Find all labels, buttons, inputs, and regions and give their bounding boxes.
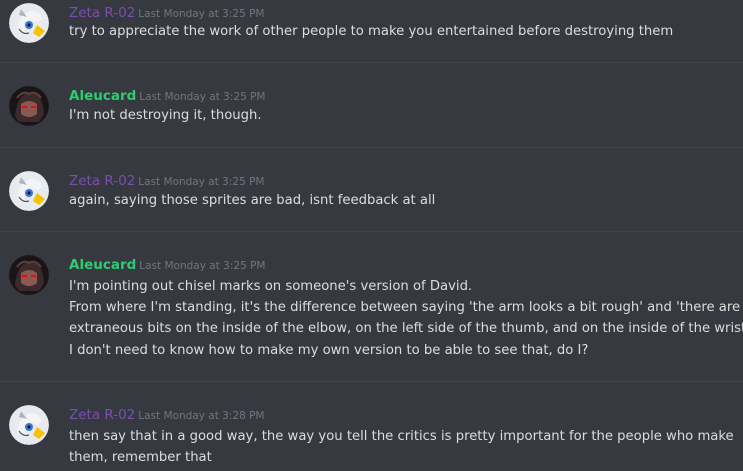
message-line: I'm not destroying it, though.	[69, 108, 262, 123]
message-content: again, saying those sprites are bad, isn…	[69, 190, 739, 211]
message-divider	[0, 381, 743, 382]
message-line: extraneous bits on the inside of the elb…	[69, 321, 743, 337]
message-line: again, saying those sprites are bad, isn…	[69, 193, 436, 208]
zeta-avatar-icon[interactable]	[9, 405, 49, 445]
timestamp: Last Monday at 3:28 PM	[138, 410, 265, 422]
message-line: I'm pointing out chisel marks on someone…	[69, 279, 473, 294]
message-content: try to appreciate the work of other peop…	[69, 21, 739, 42]
username[interactable]: Aleucard	[69, 257, 136, 273]
aleucard-avatar-icon[interactable]	[9, 86, 49, 126]
zeta-avatar-icon[interactable]	[9, 171, 49, 211]
message-item: Zeta R-02 Last Monday at 3:25 PM again, s…	[0, 168, 743, 232]
timestamp: Last Monday at 3:25 PM	[139, 260, 266, 272]
message-item: Aleucard Last Monday at 3:25 PM I'm point…	[0, 252, 743, 380]
message-divider	[0, 62, 743, 63]
message-divider	[0, 231, 743, 232]
message-content: then say that in a good way, the way you…	[69, 426, 739, 468]
message-item: Zeta R-02 Last Monday at 3:28 PM then say…	[0, 402, 743, 471]
aleucard-avatar-icon[interactable]	[9, 255, 49, 295]
message-line: them, remember that	[69, 450, 212, 466]
username[interactable]: Zeta R-02	[69, 5, 135, 21]
message-line: From where I'm standing, it's the differ…	[69, 300, 741, 316]
message-line: try to appreciate the work of other peop…	[69, 24, 674, 39]
message-item: Aleucard Last Monday at 3:25 PM I'm not d…	[0, 82, 743, 148]
username[interactable]: Zeta R-02	[69, 173, 135, 189]
chat-message-list: Zeta R-02 Last Monday at 3:25 PM try to a…	[0, 0, 743, 471]
timestamp: Last Monday at 3:25 PM	[139, 91, 266, 103]
timestamp: Last Monday at 3:25 PM	[138, 176, 265, 188]
message-content: I'm pointing out chisel marks on someone…	[69, 276, 743, 361]
message-item: Zeta R-02 Last Monday at 3:25 PM try to a…	[0, 0, 743, 62]
message-line: then say that in a good way, the way you…	[69, 429, 734, 444]
message-divider	[0, 147, 743, 148]
zeta-avatar-icon[interactable]	[9, 3, 49, 43]
message-line: I don't need to know how to make my own …	[69, 342, 589, 358]
message-content: I'm not destroying it, though.	[69, 105, 739, 126]
timestamp: Last Monday at 3:25 PM	[138, 8, 265, 20]
username[interactable]: Aleucard	[69, 88, 136, 104]
username[interactable]: Zeta R-02	[69, 407, 135, 423]
